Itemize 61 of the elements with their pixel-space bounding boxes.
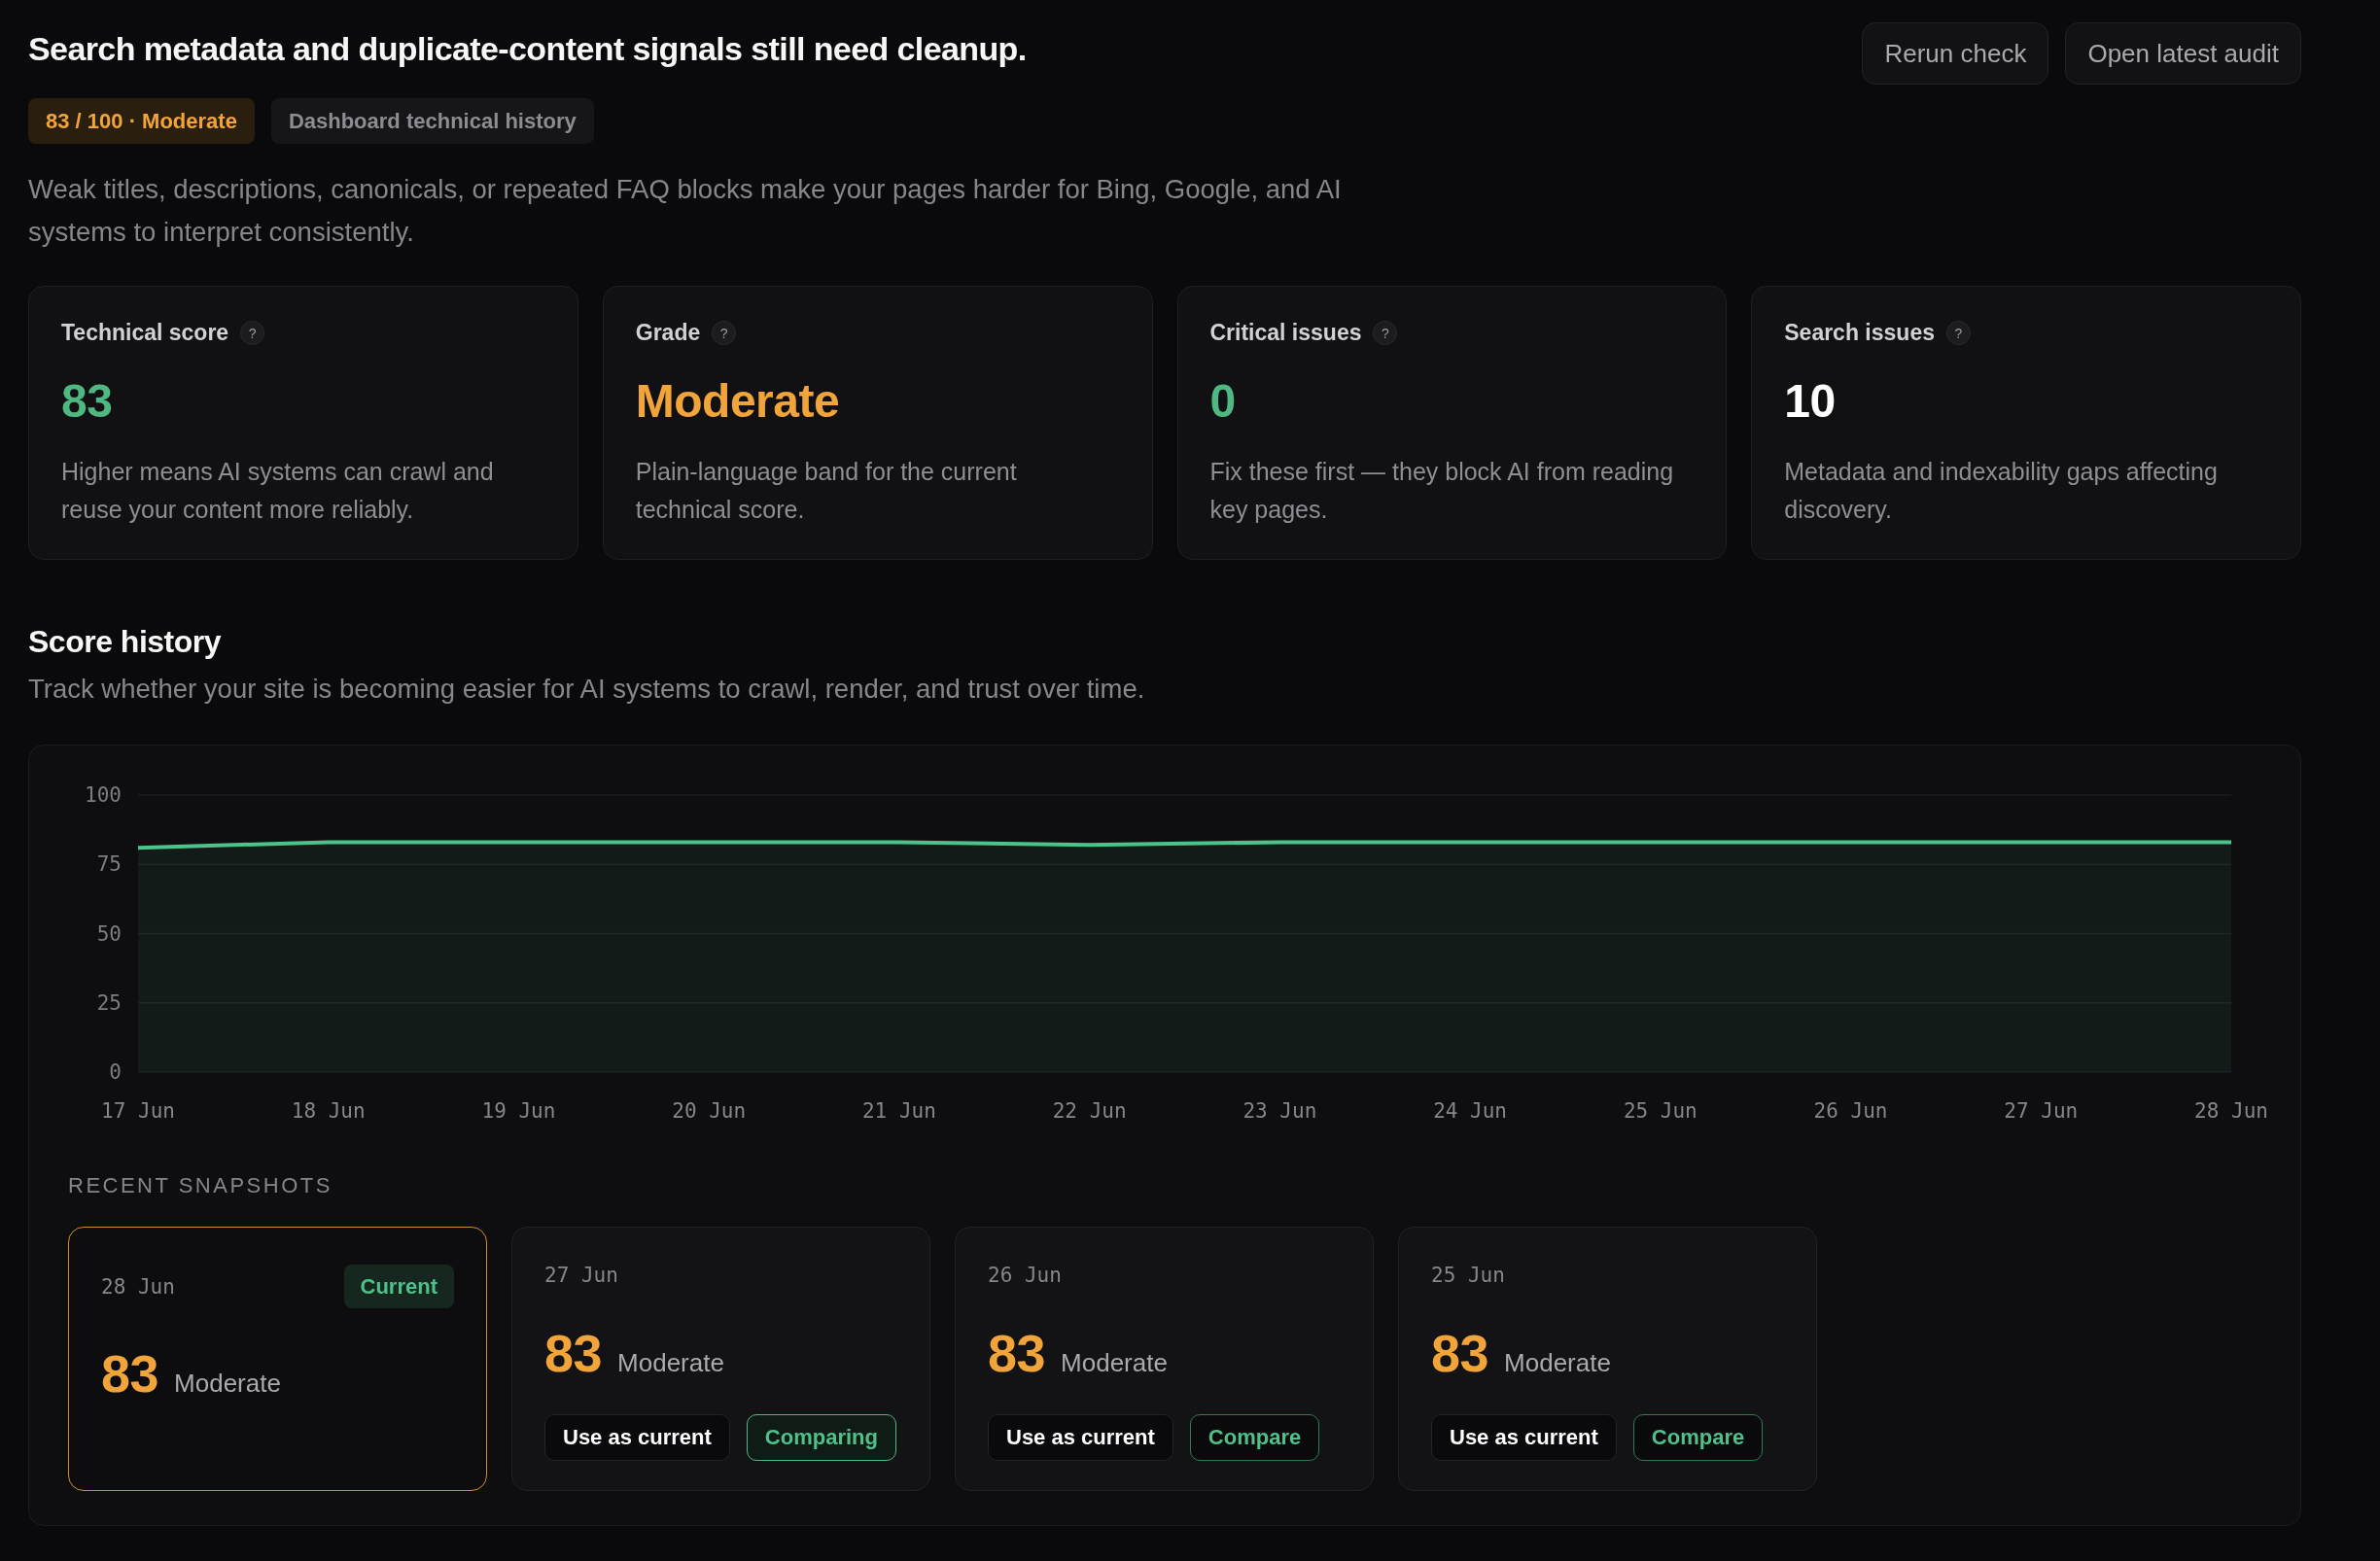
snapshot-score: 83 [101, 1347, 159, 1400]
help-icon[interactable]: ? [1945, 321, 1971, 345]
snapshot-date: 25 Jun [1431, 1263, 1505, 1288]
compare-button[interactable]: Comparing [746, 1414, 896, 1461]
x-axis-label: 20 Jun [672, 1099, 747, 1123]
metric-value: 83 [61, 374, 113, 428]
metric-label: Search issues [1784, 321, 1935, 345]
use-as-current-button[interactable]: Use as current [1431, 1414, 1617, 1461]
metric-description: Metadata and indexability gaps affecting discovery. [1784, 457, 2219, 525]
snapshot-score: 83 [1431, 1327, 1489, 1379]
x-axis-label: 22 Jun [1052, 1099, 1127, 1123]
use-as-current-button[interactable]: Use as current [544, 1414, 730, 1461]
y-axis-label: 25 [96, 990, 122, 1015]
metric-value: Moderate [635, 374, 840, 428]
help-icon[interactable]: ? [240, 321, 265, 345]
x-axis-label: 24 Jun [1433, 1099, 1507, 1123]
metric-label: Critical issues [1209, 321, 1362, 345]
snapshot-grade: Moderate [1504, 1348, 1611, 1378]
snapshot-grade: Moderate [617, 1348, 724, 1378]
metric-description: Plain-language band for the current technical score. [635, 457, 1018, 525]
y-axis-label: 75 [96, 852, 122, 877]
page-description: Weak titles, descriptions, canonicals, or repeated FAQ blocks make your pages harder for Bing, Google, and AI systems to interpret consistently. [28, 173, 1343, 249]
metric-label: Grade [635, 321, 701, 345]
page-title: Search metadata and duplicate-content signals still need cleanup. [28, 29, 1028, 68]
metric-label: Technical score [61, 321, 229, 345]
y-axis-label: 50 [96, 921, 122, 946]
source-tag: Dashboard technical history [270, 98, 594, 144]
snapshots-heading: RECENT SNAPSHOTS [68, 1173, 332, 1198]
use-as-current-button[interactable]: Use as current [988, 1414, 1173, 1461]
x-axis-label: 17 Jun [101, 1099, 175, 1123]
x-axis-label: 25 Jun [1623, 1099, 1698, 1123]
x-axis-label: 19 Jun [481, 1099, 556, 1123]
x-axis-label: 27 Jun [2004, 1099, 2079, 1123]
x-axis-label: 26 Jun [1813, 1099, 1888, 1123]
section-subtitle: Track whether your site is becoming easier for AI systems to crawl, render, and trust over time. [28, 673, 1146, 706]
rerun-button[interactable]: Rerun check [1862, 22, 2049, 85]
x-axis-label: 28 Jun [2194, 1099, 2268, 1123]
compare-button[interactable]: Compare [1632, 1414, 1764, 1461]
y-axis-label: 100 [85, 783, 122, 807]
current-badge: Current [343, 1265, 454, 1308]
score-badge: 83 / 100 · Moderate [28, 98, 255, 144]
snapshot-grade: Moderate [1061, 1348, 1168, 1378]
x-axis-label: 21 Jun [862, 1099, 936, 1123]
snapshot-date: 28 Jun [101, 1273, 175, 1300]
help-icon[interactable]: ? [712, 321, 737, 345]
x-axis-label: 18 Jun [291, 1099, 366, 1123]
section-title: Score history [28, 623, 223, 661]
help-icon[interactable]: ? [1373, 321, 1398, 345]
snapshot-grade: Moderate [174, 1369, 281, 1399]
metric-description: Fix these first — they block AI from reading key pages. [1209, 457, 1675, 525]
compare-button[interactable]: Compare [1189, 1414, 1320, 1461]
x-axis-label: 23 Jun [1242, 1099, 1317, 1123]
metric-value: 0 [1209, 374, 1236, 428]
snapshot-score: 83 [544, 1327, 603, 1379]
snapshot-date: 27 Jun [544, 1263, 618, 1288]
snapshot-score: 83 [988, 1327, 1046, 1379]
snapshot-date: 26 Jun [988, 1263, 1062, 1288]
metric-description: Higher means AI systems can crawl and reuse your content more reliably. [61, 457, 495, 525]
open-audit-button[interactable]: Open latest audit [2065, 22, 2301, 85]
y-axis-label: 0 [109, 1060, 122, 1084]
metric-value: 10 [1784, 374, 1836, 428]
